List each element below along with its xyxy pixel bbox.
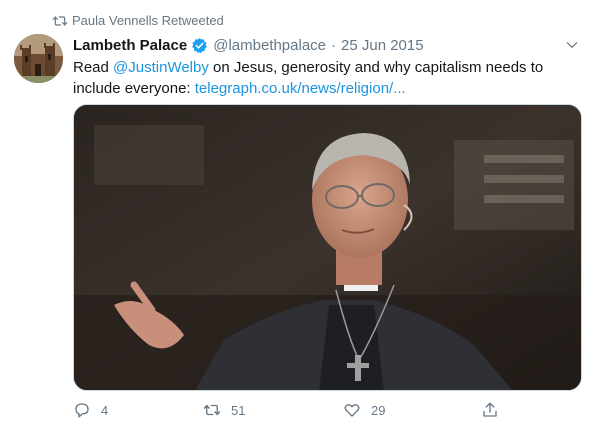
tweet-media[interactable] [73, 104, 582, 391]
reply-action[interactable]: 4 [73, 400, 108, 420]
share-icon [483, 402, 497, 417]
tweet-text: Read @JustinWelby on Jesus, generosity a… [73, 57, 583, 99]
reply-count: 4 [101, 402, 109, 418]
like-icon [344, 404, 360, 417]
author-handle[interactable]: @lambethpalace [213, 37, 326, 54]
chevron-down-icon[interactable] [565, 38, 579, 52]
mention-link[interactable]: @JustinWelby [113, 59, 209, 76]
like-action[interactable]: 29 [343, 400, 385, 420]
separator: · [331, 36, 337, 54]
tweet-date[interactable]: 25 Jun 2015 [341, 37, 424, 54]
share-action[interactable] [481, 400, 499, 420]
avatar[interactable] [14, 34, 63, 83]
tweet-header: Lambeth Palace @lambethpalace · 25 Jun 2… [73, 35, 424, 55]
url-link[interactable]: telegraph.co.uk/news/religion/... [195, 80, 406, 97]
verified-badge-icon [192, 37, 208, 53]
tweet-actions: 4 51 29 [73, 400, 513, 422]
media-image [74, 105, 581, 390]
retweet-icon [52, 16, 68, 26]
retweet-count: 51 [231, 402, 246, 418]
author-name[interactable]: Lambeth Palace [73, 37, 187, 54]
retweeted-by-label[interactable]: Paula Vennells Retweeted [72, 13, 224, 29]
retweet-icon [203, 404, 221, 416]
palace-avatar-image [14, 34, 63, 83]
retweet-action[interactable]: 51 [203, 400, 245, 420]
reply-icon [75, 403, 89, 418]
text-prefix: Read [73, 59, 114, 76]
like-count: 29 [371, 402, 386, 418]
